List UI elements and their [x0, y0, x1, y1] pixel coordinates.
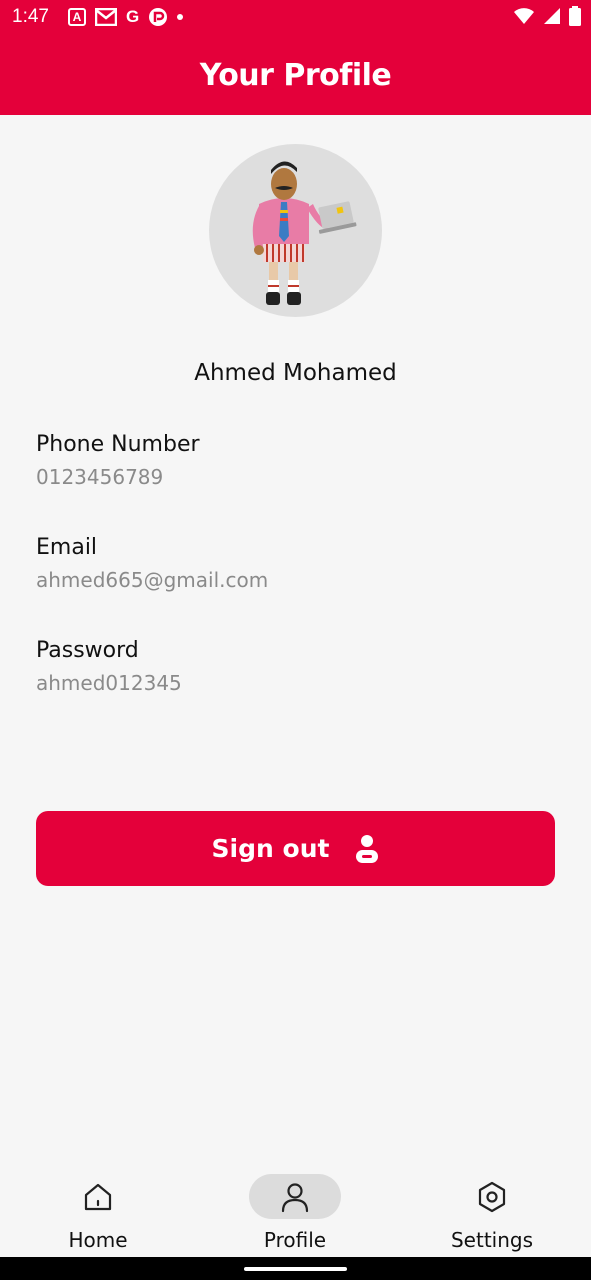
user-name: Ahmed Mohamed [194, 360, 397, 386]
phone-value: 0123456789 [36, 465, 164, 489]
profile-icon [281, 1183, 309, 1213]
avatar [209, 144, 382, 317]
sign-out-button[interactable]: Sign out [36, 811, 555, 886]
password-label: Password [36, 638, 139, 663]
nav-item-home[interactable]: Home [18, 1158, 178, 1257]
google-icon: G [126, 7, 140, 26]
avatar-illustration [252, 161, 357, 305]
wifi-icon [514, 8, 534, 24]
status-bar: 1:47 A G [0, 0, 591, 36]
email-field: Email ahmed665@gmail.com [36, 533, 556, 595]
nav-label-profile: Profile [263, 1228, 327, 1252]
system-icons [513, 6, 581, 26]
email-label: Email [36, 535, 98, 560]
person-icon [356, 834, 379, 863]
nav-label-home: Home [68, 1228, 128, 1252]
bottom-nav: Home Profile Settings [0, 1158, 591, 1257]
sign-out-label: Sign out [211, 834, 330, 863]
password-field: Password ahmed012345 [36, 636, 556, 698]
password-value: ahmed012345 [36, 671, 182, 695]
settings-icon [478, 1181, 506, 1213]
phone-label: Phone Number [36, 432, 200, 457]
nav-item-profile[interactable]: Profile [215, 1158, 375, 1257]
page-title: Your Profile [199, 58, 392, 93]
signal-icon [544, 8, 560, 24]
gesture-area [0, 1257, 591, 1280]
app-icon [149, 8, 168, 26]
home-icon [84, 1183, 112, 1211]
dot-icon [177, 14, 184, 20]
notification-icons: A G [68, 6, 184, 28]
nav-label-settings: Settings [450, 1228, 534, 1252]
a-box-icon: A [68, 8, 86, 26]
home-gesture-bar[interactable] [244, 1267, 347, 1271]
app-bar: Your Profile [0, 36, 591, 115]
status-time: 1:47 [12, 6, 49, 27]
email-value: ahmed665@gmail.com [36, 568, 269, 592]
nav-item-settings[interactable]: Settings [412, 1158, 572, 1257]
phone-field: Phone Number 0123456789 [36, 430, 556, 492]
gmail-icon [95, 8, 117, 26]
battery-icon [569, 6, 581, 26]
